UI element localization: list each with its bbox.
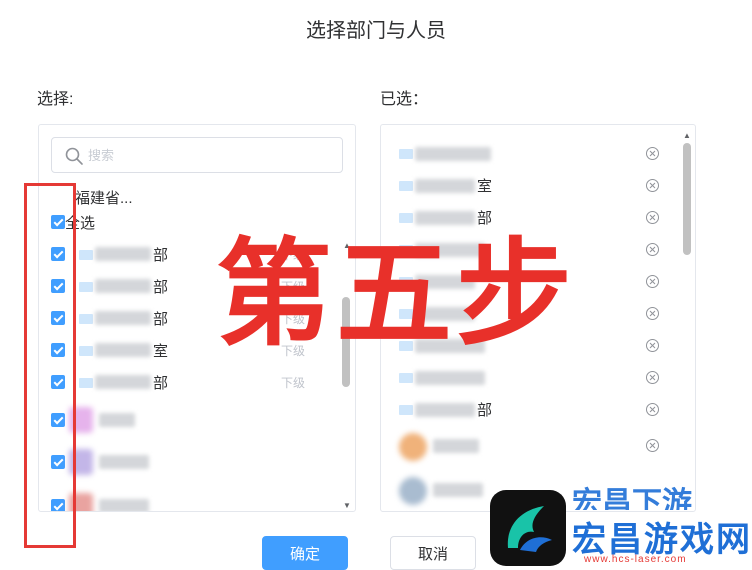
redacted-name [415, 403, 475, 417]
folder-icon [79, 378, 93, 388]
watermark-logo-icon [490, 490, 566, 566]
step-annotation: 第五步 [216, 227, 576, 362]
person-item[interactable] [39, 449, 339, 477]
watermark-url: www.hcs-laser.com [584, 554, 687, 565]
search-box[interactable] [51, 137, 343, 173]
folder-icon [399, 373, 413, 383]
item-suffix: 部 [153, 247, 169, 264]
redacted-name [99, 455, 149, 469]
selected-item: 部 [381, 395, 681, 425]
sub-level-link[interactable]: 下级 [281, 374, 305, 391]
folder-icon [399, 181, 413, 191]
item-suffix: 部 [153, 311, 169, 328]
redacted-name [415, 179, 475, 193]
remove-icon[interactable] [645, 306, 660, 321]
cancel-button[interactable]: 取消 [390, 536, 476, 570]
remove-icon[interactable] [645, 338, 660, 353]
remove-icon[interactable] [645, 242, 660, 257]
avatar [399, 477, 427, 505]
item-suffix: 部 [153, 375, 169, 392]
folder-icon [79, 250, 93, 260]
remove-icon[interactable] [645, 438, 660, 453]
search-icon [65, 147, 83, 165]
folder-icon [79, 314, 93, 324]
redacted-name [99, 413, 135, 427]
folder-icon [79, 346, 93, 356]
item-suffix: 部 [153, 279, 169, 296]
item-suffix: 室 [153, 343, 169, 360]
folder-icon [79, 282, 93, 292]
redacted-name [433, 483, 483, 497]
selected-label: 已选： [380, 91, 429, 108]
scroll-down-arrow-icon[interactable]: ▼ [343, 501, 351, 510]
scroll-up-arrow-icon[interactable]: ▲ [683, 131, 691, 140]
redacted-name [95, 343, 151, 357]
remove-icon[interactable] [645, 210, 660, 225]
selected-item [381, 363, 681, 393]
list-item[interactable]: 部 下级 [39, 369, 339, 397]
watermark-top-text: 宏昌下游 [572, 487, 692, 510]
redacted-name [99, 499, 149, 511]
selected-person [381, 431, 681, 461]
selected-item: 室 [381, 171, 681, 201]
folder-icon [399, 213, 413, 223]
scrollbar-thumb[interactable] [683, 143, 691, 255]
redacted-name [95, 311, 151, 325]
redacted-name [95, 375, 151, 389]
confirm-button[interactable]: 确定 [262, 536, 348, 570]
selected-item [381, 139, 681, 169]
remove-icon[interactable] [645, 274, 660, 289]
item-suffix: 部 [477, 402, 493, 419]
remove-icon[interactable] [645, 178, 660, 193]
dialog-title: 选择部门与人员 [306, 20, 446, 42]
select-label: 选择: [37, 91, 74, 108]
folder-icon [399, 149, 413, 159]
redacted-name [95, 247, 151, 261]
person-item[interactable] [39, 493, 339, 511]
breadcrumb[interactable]: 福建省... [75, 187, 133, 208]
item-suffix: 室 [477, 178, 493, 195]
site-watermark: 宏昌下游 宏昌游戏网 www.hcs-laser.com [486, 482, 752, 570]
redacted-name [433, 439, 479, 453]
folder-icon [399, 405, 413, 415]
annotation-highlight-box [24, 183, 76, 548]
item-suffix: 部 [477, 210, 493, 227]
redacted-name [95, 279, 151, 293]
redacted-name [415, 147, 491, 161]
remove-icon[interactable] [645, 402, 660, 417]
person-item[interactable] [39, 407, 339, 435]
redacted-name [415, 211, 475, 225]
avatar [399, 433, 427, 461]
redacted-name [415, 371, 485, 385]
search-input[interactable] [88, 138, 338, 172]
remove-icon[interactable] [645, 146, 660, 161]
remove-icon[interactable] [645, 370, 660, 385]
